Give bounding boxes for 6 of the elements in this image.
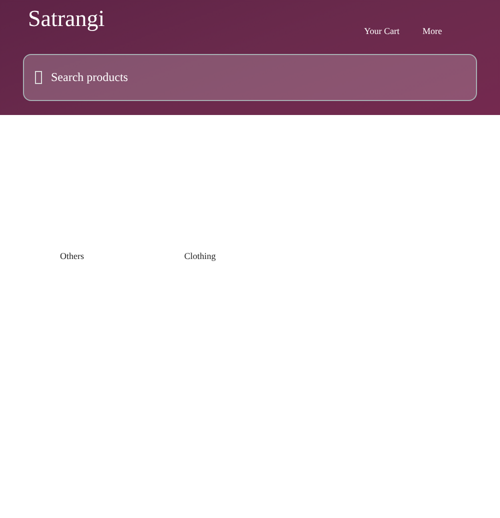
nav-link[interactable]: More — [422, 26, 442, 36]
brand-name: Satrangi — [27, 5, 105, 33]
category-link[interactable]: Others — [8, 251, 136, 261]
search-field[interactable]: Search products — [23, 54, 477, 101]
category-link[interactable]: Clothing — [136, 251, 264, 261]
nav-link[interactable]: Your Cart — [364, 26, 400, 36]
